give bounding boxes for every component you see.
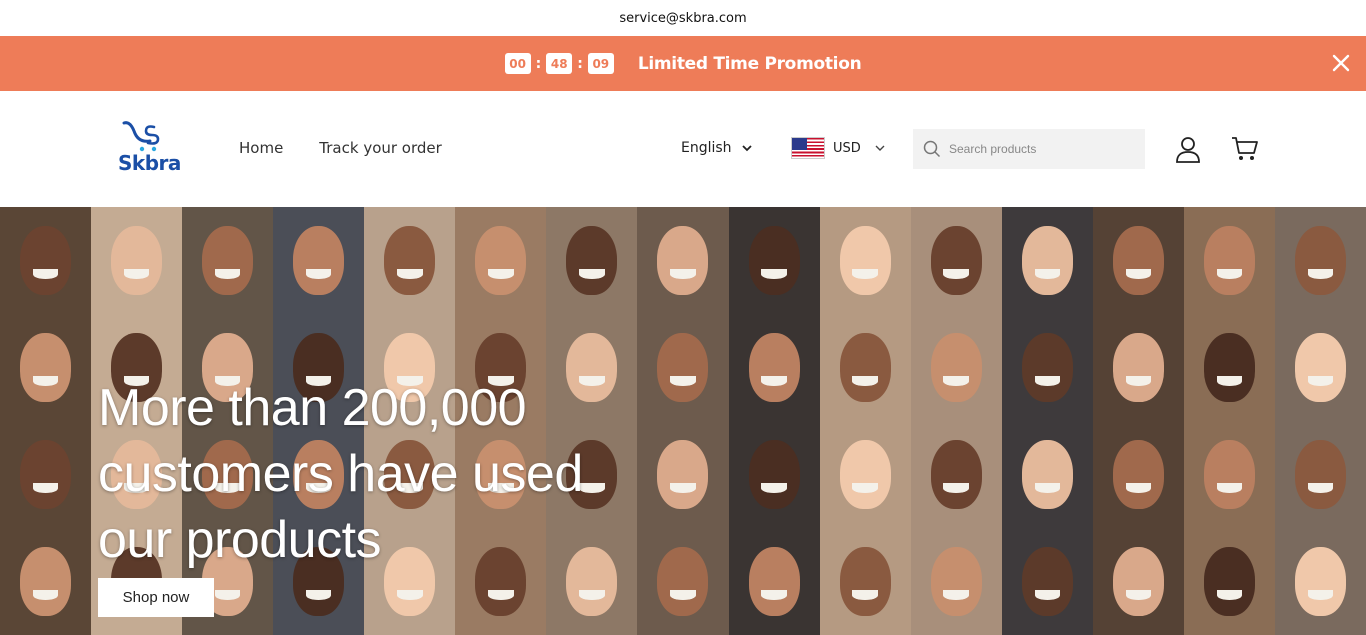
customer-photo xyxy=(1001,314,1093,421)
customer-photo xyxy=(819,421,911,528)
customer-photo xyxy=(1183,528,1275,635)
countdown-hours: 00 xyxy=(504,53,531,74)
customer-photo xyxy=(910,528,1002,635)
chevron-down-icon xyxy=(741,144,752,151)
promo-banner: 00 : 48 : 09 Limited Time Promotion xyxy=(0,36,1366,91)
customer-photo xyxy=(819,207,911,314)
customer-photo xyxy=(1183,207,1275,314)
customer-photo xyxy=(1274,528,1366,635)
customer-photo xyxy=(1183,421,1275,528)
customer-photo xyxy=(728,314,820,421)
customer-photo xyxy=(819,314,911,421)
chevron-down-icon xyxy=(875,145,885,151)
customer-photo xyxy=(1274,207,1366,314)
cart-icon[interactable] xyxy=(1231,136,1259,162)
customer-photo xyxy=(637,528,729,635)
currency-label: USD xyxy=(833,140,861,156)
top-bar: service@skbra.com xyxy=(0,0,1366,36)
logo-text: Skbra xyxy=(118,151,181,175)
customer-photo xyxy=(728,528,820,635)
customer-photo xyxy=(364,207,456,314)
currency-selector[interactable]: USD xyxy=(791,137,885,159)
search-box xyxy=(913,129,1145,169)
hero-title: More than 200,000 customers have used ou… xyxy=(98,379,583,569)
customer-photo xyxy=(1092,528,1184,635)
customer-photo xyxy=(1274,421,1366,528)
countdown-minutes: 48 xyxy=(546,53,573,74)
search-icon[interactable] xyxy=(923,140,941,158)
customer-photo xyxy=(1001,421,1093,528)
customer-photo xyxy=(455,207,547,314)
customer-photo xyxy=(273,207,365,314)
customer-photo xyxy=(1183,314,1275,421)
logo[interactable]: Skbra xyxy=(116,119,181,175)
customer-photo xyxy=(728,207,820,314)
nav-home[interactable]: Home xyxy=(239,139,283,157)
customer-photo xyxy=(910,207,1002,314)
customer-photo xyxy=(1274,314,1366,421)
customer-photo xyxy=(1092,421,1184,528)
customer-photo xyxy=(1001,528,1093,635)
countdown-separator: : xyxy=(535,55,542,72)
promo-text: Limited Time Promotion xyxy=(637,53,862,74)
customer-photo xyxy=(0,421,92,528)
countdown-timer: 00 : 48 : 09 xyxy=(504,53,614,74)
language-label: English xyxy=(681,140,732,156)
customer-photo xyxy=(0,207,92,314)
customer-photo xyxy=(0,528,92,635)
site-header: Skbra Home Track your order English USD xyxy=(0,91,1366,207)
customer-photo xyxy=(1092,207,1184,314)
account-icon[interactable] xyxy=(1174,135,1202,163)
customer-photo xyxy=(637,207,729,314)
customer-photo xyxy=(910,314,1002,421)
countdown-separator: : xyxy=(577,55,583,72)
customer-photo xyxy=(1092,314,1184,421)
customer-photo xyxy=(637,314,729,421)
nav-track-order[interactable]: Track your order xyxy=(319,139,442,157)
hero-banner: More than 200,000 customers have used ou… xyxy=(0,207,1366,635)
search-input[interactable] xyxy=(949,142,1139,156)
customer-photo xyxy=(1001,207,1093,314)
customer-photo xyxy=(637,421,729,528)
us-flag-icon xyxy=(791,137,825,159)
countdown-seconds: 09 xyxy=(587,53,614,74)
language-selector[interactable]: English xyxy=(681,140,752,156)
customer-photo xyxy=(546,207,638,314)
customer-photo xyxy=(910,421,1002,528)
close-icon[interactable] xyxy=(1332,54,1350,72)
main-nav: Home Track your order xyxy=(239,139,442,157)
customer-photo xyxy=(728,421,820,528)
customer-photo xyxy=(91,207,183,314)
logo-mark-icon xyxy=(122,121,160,152)
customer-photo xyxy=(819,528,911,635)
customer-photo xyxy=(0,314,92,421)
shop-now-button[interactable]: Shop now xyxy=(98,578,214,617)
contact-email[interactable]: service@skbra.com xyxy=(619,11,746,26)
customer-photo xyxy=(182,207,274,314)
